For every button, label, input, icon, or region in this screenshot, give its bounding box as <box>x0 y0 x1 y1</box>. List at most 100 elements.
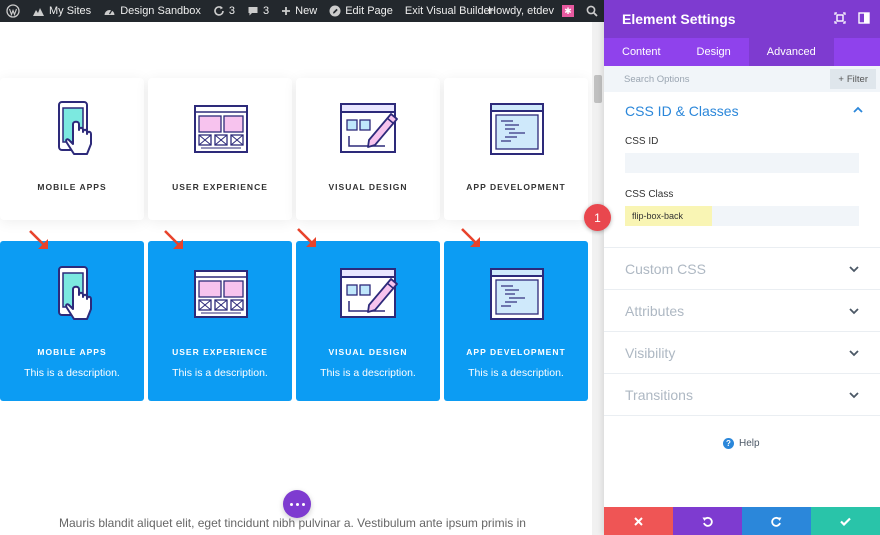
css-id-classes-section: CSS ID & Classes CSS ID CSS Class flip-b… <box>604 92 880 247</box>
section-attributes[interactable]: Attributes <box>604 290 880 332</box>
annotation-arrow-icon <box>29 230 48 249</box>
undo-icon <box>702 516 713 527</box>
section-title: Attributes <box>625 302 685 319</box>
site-name-button[interactable]: Design Sandbox <box>97 0 207 22</box>
undo-button[interactable] <box>673 507 742 535</box>
help-label: Help <box>739 438 760 449</box>
canvas-scrollbar-thumb[interactable] <box>594 75 602 103</box>
close-icon <box>634 516 643 526</box>
filter-button[interactable]: + Filter <box>830 69 876 89</box>
card-title: APP DEVELOPMENT <box>466 347 566 357</box>
comments-button[interactable]: 3 <box>241 0 275 22</box>
checkmark-icon <box>840 517 851 526</box>
card-description: This is a description. <box>172 367 268 379</box>
css-id-field[interactable] <box>625 153 859 173</box>
card-title: VISUAL DESIGN <box>328 347 408 357</box>
discard-button[interactable] <box>604 507 673 535</box>
wireframe-icon <box>194 105 248 153</box>
edit-page-label: Edit Page <box>345 5 393 17</box>
flip-box-back-visual-design[interactable]: VISUAL DESIGN This is a description. <box>296 241 440 401</box>
design-pencil-icon <box>340 268 398 318</box>
flip-box-front-mobile-apps[interactable]: MOBILE APPS <box>0 78 144 220</box>
help-link[interactable]: ? Help <box>723 438 760 449</box>
flip-box-front-app-development[interactable]: APP DEVELOPMENT <box>444 78 588 220</box>
new-label: New <box>295 5 318 17</box>
flip-box-back-app-development[interactable]: APP DEVELOPMENT This is a description. <box>444 241 588 401</box>
wp-admin-bar: My Sites Design Sandbox 3 3 New Edit Pag… <box>0 0 604 22</box>
css-class-value: flip-box-back <box>625 206 712 226</box>
wordpress-icon <box>6 4 20 18</box>
card-title: MOBILE APPS <box>37 182 107 192</box>
edit-page-button[interactable]: Edit Page <box>323 0 399 22</box>
wordpress-logo-button[interactable] <box>0 0 26 22</box>
tab-advanced[interactable]: Advanced <box>748 38 834 66</box>
settings-tabs: Content Design Advanced <box>604 38 880 66</box>
tab-content[interactable]: Content <box>604 38 679 66</box>
my-sites-button[interactable]: My Sites <box>26 0 97 22</box>
flip-box-back-mobile-apps[interactable]: MOBILE APPS This is a description. <box>0 241 144 401</box>
redo-icon <box>771 516 782 527</box>
admin-search-button[interactable] <box>580 0 604 22</box>
css-class-field[interactable]: flip-box-back <box>625 206 859 226</box>
comment-icon <box>248 7 258 16</box>
flip-box-back-user-experience[interactable]: USER EXPERIENCE This is a description. <box>148 241 292 401</box>
plus-icon <box>282 7 291 15</box>
site-name-label: Design Sandbox <box>120 5 201 17</box>
dashboard-icon <box>104 9 115 15</box>
section-title: CSS ID & Classes <box>625 103 739 119</box>
chevron-down-icon <box>849 392 859 399</box>
section-transitions[interactable]: Transitions <box>604 374 880 416</box>
code-window-icon <box>490 268 544 320</box>
section-visibility[interactable]: Visibility <box>604 332 880 374</box>
dots-icon <box>289 502 293 506</box>
mobile-hand-icon <box>58 266 92 320</box>
card-title: MOBILE APPS <box>37 347 107 357</box>
tab-design[interactable]: Design <box>679 38 749 66</box>
panel-title: Element Settings <box>622 11 736 27</box>
card-title: APP DEVELOPMENT <box>466 182 566 192</box>
updates-count: 3 <box>228 5 236 17</box>
chevron-down-icon <box>849 308 859 315</box>
callout-number-badge: 1 <box>584 204 611 231</box>
fullscreen-icon[interactable] <box>834 12 846 24</box>
howdy-label: Howdy, etdev <box>488 5 554 17</box>
card-description: This is a description. <box>24 367 120 379</box>
my-sites-label: My Sites <box>49 5 92 17</box>
chevron-down-icon <box>849 266 859 273</box>
css-id-classes-toggle[interactable]: CSS ID & Classes <box>625 92 863 130</box>
card-description: This is a description. <box>320 367 416 379</box>
visual-builder-screen: My Sites Design Sandbox 3 3 New Edit Pag… <box>0 0 880 535</box>
account-menu[interactable]: Howdy, etdev ✱ <box>482 0 580 22</box>
avatar: ✱ <box>562 5 574 17</box>
panel-header[interactable]: Element Settings <box>604 0 880 38</box>
flip-box-front-visual-design[interactable]: VISUAL DESIGN <box>296 78 440 220</box>
annotation-arrow-icon <box>461 228 480 247</box>
edit-pencil-icon <box>329 5 341 17</box>
help-icon: ? <box>723 438 734 449</box>
search-icon <box>586 5 598 17</box>
card-title: USER EXPERIENCE <box>172 347 268 357</box>
chevron-down-icon <box>849 350 859 357</box>
section-title: Visibility <box>625 344 676 361</box>
card-title: VISUAL DESIGN <box>328 182 408 192</box>
search-placeholder: Search Options <box>624 73 690 85</box>
new-content-button[interactable]: New <box>275 0 323 22</box>
annotation-arrow-icon <box>164 230 183 249</box>
search-options-input[interactable]: Search Options + Filter <box>604 66 880 92</box>
builder-options-button[interactable] <box>283 490 311 518</box>
comments-count: 3 <box>263 5 270 17</box>
plus-icon: + <box>838 73 844 85</box>
updates-button[interactable]: 3 <box>207 0 241 22</box>
redo-button[interactable] <box>742 507 811 535</box>
card-title: USER EXPERIENCE <box>172 182 268 192</box>
code-window-icon <box>490 103 544 155</box>
wireframe-icon <box>194 270 248 318</box>
flip-box-front-user-experience[interactable]: USER EXPERIENCE <box>148 78 292 220</box>
section-custom-css[interactable]: Custom CSS <box>604 248 880 290</box>
updates-icon <box>214 6 224 16</box>
save-button[interactable] <box>811 507 880 535</box>
element-settings-panel: Element Settings Content Design Advanced… <box>604 0 880 535</box>
css-id-label: CSS ID <box>625 136 659 147</box>
dock-panel-icon[interactable] <box>858 12 870 24</box>
panel-footer <box>604 507 880 535</box>
